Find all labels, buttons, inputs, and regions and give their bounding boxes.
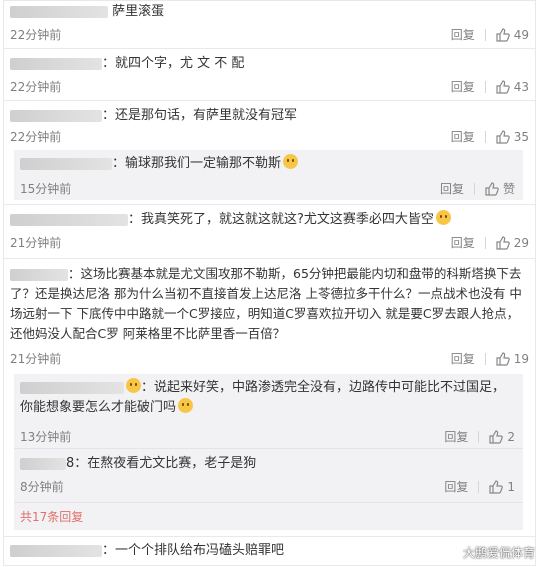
username[interactable] [10,5,108,18]
comment-actions: 回复 29 [451,234,529,251]
comment-time: 22分钟前 [10,28,62,42]
username[interactable] [10,213,128,226]
subreply-list: ：说起来好笑，中路渗透完全没有，边路传中可能比不过国足，你能想象要怎么才能破门吗… [14,374,523,530]
comment-time: 22分钟前 [10,130,62,144]
like-count: 43 [513,79,529,94]
divider [3,48,536,49]
watermark: 大鹏爱侃体育 [462,546,535,560]
username[interactable] [10,109,102,122]
like-button[interactable]: 35 [496,130,529,144]
reply-button[interactable]: 回复 [451,26,475,43]
comment-time: 21分钟前 [10,352,62,366]
divider [484,28,486,41]
comment: ：我真笑死了，就这就这就这?尤文这赛季必四大皆空 21分钟前 回复 29 [10,210,529,256]
thumbs-up-icon [496,351,510,366]
divider [3,536,536,537]
thumbs-up-icon [489,429,504,444]
divider [3,204,536,205]
subreply-time: 15分钟前 [20,182,72,196]
laugh-emoji-icon [435,210,451,225]
username[interactable] [10,268,68,281]
divider [484,80,486,93]
reply-button[interactable]: 回复 [451,234,475,251]
subreply-time: 13分钟前 [20,430,72,444]
comment: ：这场比赛基本就是尤文围攻那不勒斯，65分钟把最能内切和盘带的科斯塔换下去了？还… [10,264,529,370]
comment-text: ：我真笑死了，就这就这就这?尤文这赛季必四大皆空 [128,212,434,227]
reply-button[interactable]: 回复 [451,128,475,145]
comment: 萨里滚蛋 22分钟前 回复 49 [10,2,529,44]
thumbs-up-icon [496,129,510,144]
divider [14,502,523,503]
subreply: 8：在熬夜看尤文比赛，老子是狗 8分钟前 回复 1 [20,454,515,498]
divider [484,352,486,365]
like-count: 1 [507,479,515,494]
comment-text: ：这场比赛基本就是尤文围攻那不勒斯，65分钟把最能内切和盘带的科斯塔换下去了？还… [10,266,522,341]
like-button[interactable]: 49 [496,28,529,42]
comment-actions: 回复 43 [451,78,529,95]
reply-button[interactable]: 回复 [440,180,464,197]
thumbs-up-icon [496,79,510,94]
comment: ：一个个排队给布冯磕头赔罪吧 [10,541,529,563]
comment: ：还是那句话，有萨里就没有冠军 22分钟前 回复 35 [10,106,529,148]
username[interactable] [20,381,124,394]
reply-button[interactable]: 回复 [451,350,475,367]
laugh-emoji-icon [126,378,141,393]
username[interactable] [10,57,102,70]
subreply: ：说起来好笑，中路渗透完全没有，边路传中可能比不过国足，你能想象要怎么才能破门吗… [20,378,515,444]
thumbs-up-icon [496,235,510,250]
subreply-actions: 回复 赞 [440,180,515,197]
laugh-emoji-icon [178,398,194,413]
divider [484,130,486,143]
subreply: ：输球那我们一定输那不勒斯 15分钟前 回复 赞 [14,150,523,200]
comment-text: ：还是那句话，有萨里就没有冠军 [102,108,298,123]
comment-actions: 回复 19 [451,350,529,367]
username[interactable] [10,544,102,557]
like-button[interactable]: 43 [496,80,529,94]
like-button[interactable]: 19 [496,352,529,366]
comment-text: 萨里滚蛋 [112,4,165,19]
subreply-text: ：输球那我们一定输那不勒斯 [112,156,282,171]
divider [14,448,523,449]
comment-actions: 回复 49 [451,26,529,43]
thumbs-up-icon [489,479,504,494]
like-button[interactable]: 1 [489,480,515,494]
username[interactable] [20,457,66,470]
subreply-text: 8：在熬夜看尤文比赛，老子是狗 [66,456,257,471]
username[interactable] [20,157,112,170]
like-button[interactable]: 2 [489,430,515,444]
like-count: 29 [513,235,529,250]
thumbs-up-icon [485,181,499,196]
divider [478,480,480,493]
like-label: 赞 [502,182,515,196]
reply-button[interactable]: 回复 [451,78,475,95]
comment: ：就四个字，尤 文 不 配 22分钟前 回复 43 [10,54,529,96]
subreply-time: 8分钟前 [20,480,64,494]
laugh-emoji-icon [283,154,299,169]
divider [484,236,486,249]
thumbs-up-icon [496,27,510,42]
comment-time: 21分钟前 [10,236,62,250]
divider [473,182,475,195]
comment-actions: 回复 35 [451,128,529,145]
divider [478,430,480,443]
like-count: 19 [513,351,529,366]
divider [3,258,536,259]
comment-time: 22分钟前 [10,80,62,94]
like-count: 49 [513,27,529,42]
like-count: 35 [513,129,529,144]
divider [3,100,536,101]
reply-button[interactable]: 回复 [444,428,468,445]
comment-text: ：一个个排队给布冯磕头赔罪吧 [102,543,285,558]
subreply-actions: 回复 2 [444,428,515,445]
comment-text: ：就四个字，尤 文 不 配 [102,56,245,71]
view-all-replies-link[interactable]: 共17条回复 [20,508,83,525]
like-button[interactable]: 赞 [485,180,515,197]
like-count: 2 [507,429,515,444]
reply-button[interactable]: 回复 [444,478,468,495]
like-button[interactable]: 29 [496,236,529,250]
subreply-actions: 回复 1 [444,478,515,495]
